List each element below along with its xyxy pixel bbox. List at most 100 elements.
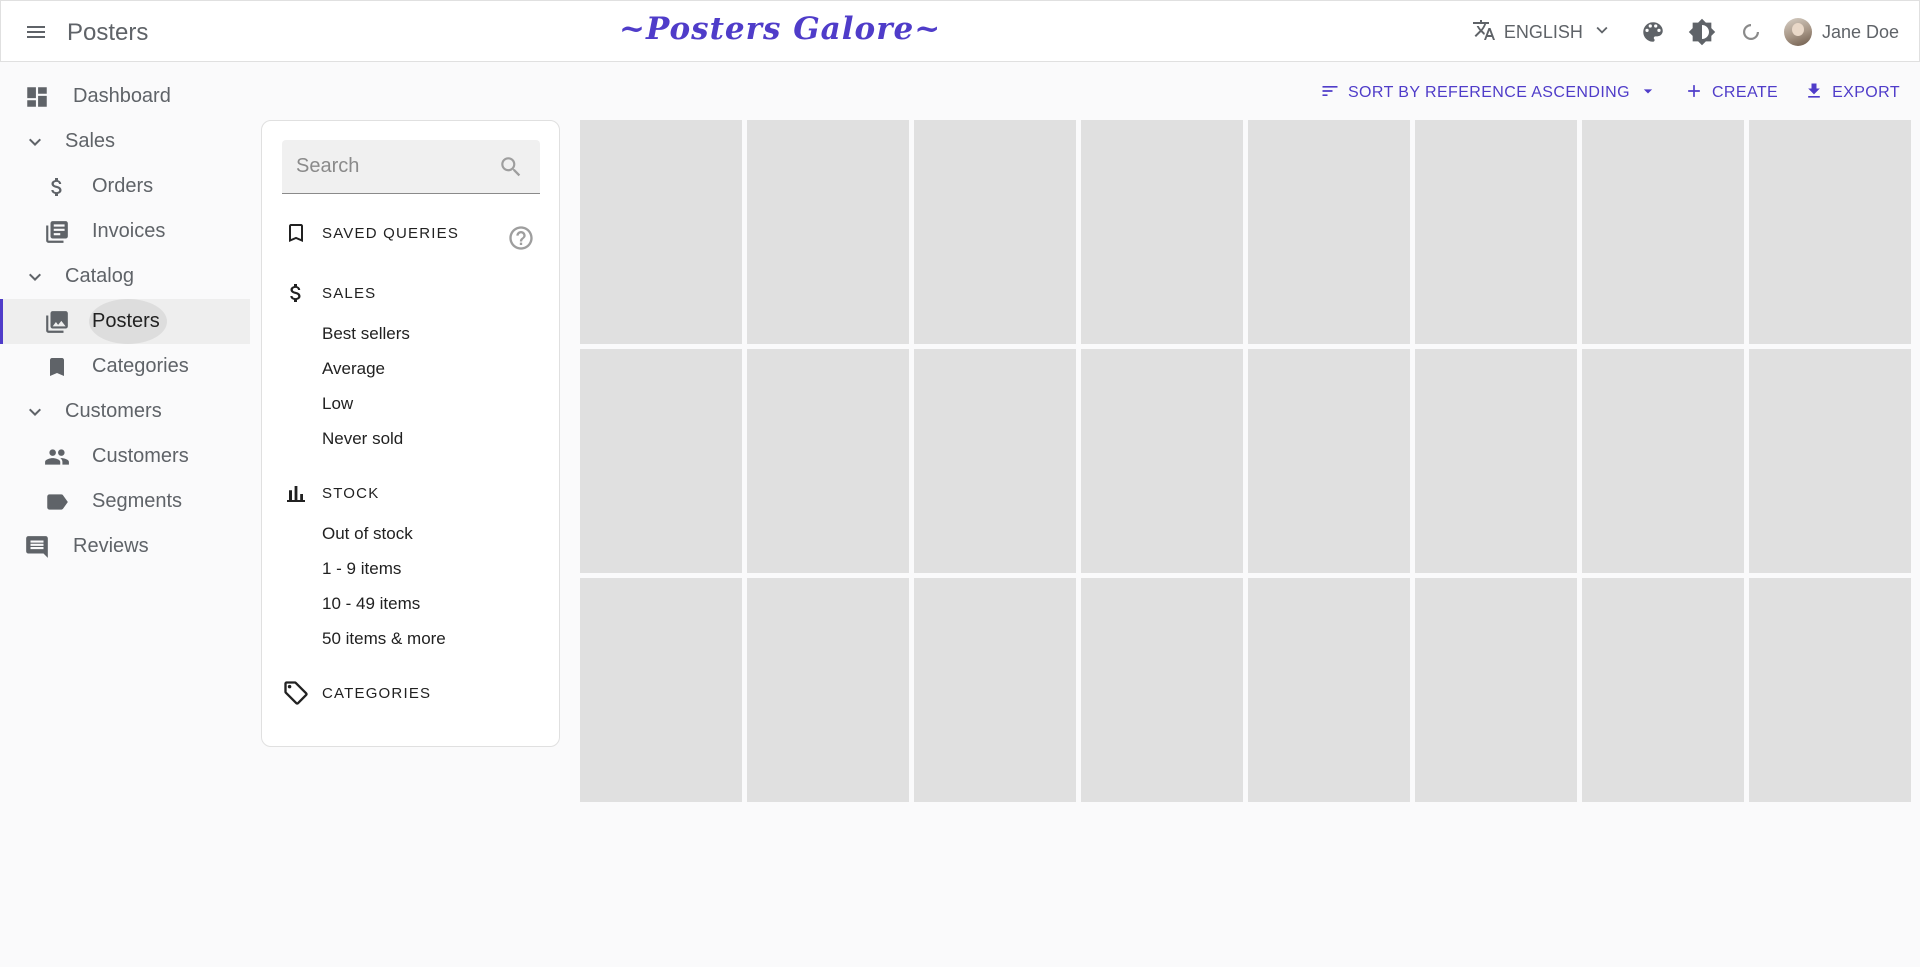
- sort-label: SORT BY REFERENCE ASCENDING: [1347, 84, 1630, 101]
- sidebar-item-label: Customers: [92, 445, 189, 467]
- plus-icon: [1684, 81, 1704, 106]
- sidebar-item-orders[interactable]: Orders: [0, 164, 250, 209]
- sidebar-item-label: Reviews: [73, 535, 149, 557]
- caret-down-icon: [1638, 81, 1658, 106]
- filter-item[interactable]: Out of stock: [322, 524, 413, 544]
- saved-queries-title: SAVED QUERIES: [322, 224, 460, 242]
- poster-placeholder[interactable]: [580, 578, 742, 802]
- poster-grid: [580, 120, 1911, 806]
- search-field[interactable]: [282, 140, 540, 194]
- chevron-down-icon: [21, 263, 49, 291]
- poster-placeholder[interactable]: [747, 349, 909, 573]
- sort-button[interactable]: SORT BY REFERENCE ASCENDING: [1320, 81, 1658, 106]
- search-icon: [498, 154, 524, 185]
- filter-item[interactable]: Never sold: [322, 429, 403, 449]
- poster-placeholder[interactable]: [747, 578, 909, 802]
- sidebar-item-reviews[interactable]: Reviews: [0, 524, 250, 569]
- poster-placeholder[interactable]: [1415, 578, 1577, 802]
- collections-icon: [43, 308, 71, 336]
- export-label: EXPORT: [1832, 84, 1900, 101]
- sidebar-item-label: Dashboard: [73, 85, 171, 107]
- poster-placeholder[interactable]: [1582, 349, 1744, 573]
- bookmark-outline-icon: [282, 219, 310, 247]
- sidebar-group-sales[interactable]: Sales: [0, 119, 250, 164]
- filter-item[interactable]: 1 - 9 items: [322, 559, 401, 579]
- saved-queries-section: SAVED QUERIES: [282, 219, 458, 247]
- poster-placeholder[interactable]: [747, 120, 909, 344]
- poster-placeholder[interactable]: [1749, 120, 1911, 344]
- poster-placeholder[interactable]: [1749, 349, 1911, 573]
- poster-placeholder[interactable]: [914, 120, 1076, 344]
- bookmark-icon: [43, 353, 71, 381]
- poster-placeholder[interactable]: [1081, 349, 1243, 573]
- filter-item[interactable]: Average: [322, 359, 385, 379]
- user-name: Jane Doe: [1821, 21, 1899, 42]
- download-icon: [1804, 81, 1824, 106]
- language-selector[interactable]: ENGLISH: [1472, 18, 1613, 47]
- sidebar-item-label: Categories: [92, 355, 189, 377]
- sidebar-item-invoices[interactable]: Invoices: [0, 209, 250, 254]
- refresh-icon[interactable]: [1735, 16, 1767, 48]
- create-button[interactable]: CREATE: [1684, 81, 1778, 106]
- user-menu[interactable]: Jane Doe: [1783, 18, 1899, 46]
- sidebar-item-posters[interactable]: Posters: [0, 299, 250, 344]
- brightness-icon[interactable]: [1686, 16, 1718, 48]
- filter-item[interactable]: Low: [322, 394, 353, 414]
- create-label: CREATE: [1711, 84, 1779, 101]
- search-input[interactable]: [296, 140, 496, 192]
- chevron-down-icon: [21, 128, 49, 156]
- categories-section: CATEGORIES: [282, 679, 430, 707]
- export-button[interactable]: EXPORT: [1804, 81, 1900, 106]
- list-toolbar: SORT BY REFERENCE ASCENDING CREATE EXPOR…: [1294, 80, 1900, 106]
- sidebar-item-segments[interactable]: Segments: [0, 479, 250, 524]
- tag-outline-icon: [282, 679, 310, 707]
- chevron-down-icon: [1591, 19, 1613, 46]
- poster-placeholder[interactable]: [914, 349, 1076, 573]
- poster-placeholder[interactable]: [1582, 578, 1744, 802]
- menu-icon[interactable]: [19, 17, 53, 47]
- sidebar-item-label: Sales: [65, 130, 116, 152]
- sidebar-item-label: Posters: [92, 310, 160, 332]
- brand-logo: ~Posters Galore~: [619, 11, 942, 47]
- poster-placeholder[interactable]: [1415, 120, 1577, 344]
- language-label: ENGLISH: [1503, 21, 1583, 42]
- sidebar-item-dashboard[interactable]: Dashboard: [0, 74, 250, 119]
- filter-item[interactable]: 50 items & more: [322, 629, 446, 649]
- help-icon[interactable]: [507, 224, 535, 257]
- poster-placeholder[interactable]: [1248, 120, 1410, 344]
- page-title: Posters: [67, 19, 149, 46]
- filter-item[interactable]: 10 - 49 items: [322, 594, 420, 614]
- library-books-icon: [43, 218, 71, 246]
- filter-panel: SAVED QUERIES SALES Best sellers Average…: [261, 120, 560, 747]
- app-bar: Posters ~Posters Galore~ ENGLISH Jane Do…: [0, 0, 1920, 62]
- sidebar-item-customers[interactable]: Customers: [0, 434, 250, 479]
- comment-icon: [23, 533, 51, 561]
- poster-placeholder[interactable]: [580, 120, 742, 344]
- stock-title: STOCK: [322, 484, 380, 502]
- poster-placeholder[interactable]: [1749, 578, 1911, 802]
- poster-placeholder[interactable]: [1248, 349, 1410, 573]
- categories-title: CATEGORIES: [322, 684, 432, 702]
- bar-chart-icon: [282, 479, 310, 507]
- filter-item[interactable]: Best sellers: [322, 324, 410, 344]
- chevron-down-icon: [21, 398, 49, 426]
- sidebar-item-label: Invoices: [92, 220, 166, 242]
- sidebar-item-label: Segments: [92, 490, 183, 512]
- poster-placeholder[interactable]: [1415, 349, 1577, 573]
- sidebar-item-categories[interactable]: Categories: [0, 344, 250, 389]
- poster-placeholder[interactable]: [1081, 578, 1243, 802]
- poster-placeholder[interactable]: [1081, 120, 1243, 344]
- poster-placeholder[interactable]: [1248, 578, 1410, 802]
- sales-section: SALES: [282, 279, 375, 307]
- sidebar-group-catalog[interactable]: Catalog: [0, 254, 250, 299]
- sidebar-item-label: Orders: [92, 175, 154, 197]
- palette-icon[interactable]: [1637, 16, 1669, 48]
- dollar-icon: [282, 279, 310, 307]
- poster-placeholder[interactable]: [1582, 120, 1744, 344]
- sales-title: SALES: [322, 284, 377, 302]
- sort-icon: [1320, 81, 1340, 106]
- sidebar-item-label: Customers: [65, 400, 162, 422]
- poster-placeholder[interactable]: [914, 578, 1076, 802]
- poster-placeholder[interactable]: [580, 349, 742, 573]
- sidebar-group-customers[interactable]: Customers: [0, 389, 250, 434]
